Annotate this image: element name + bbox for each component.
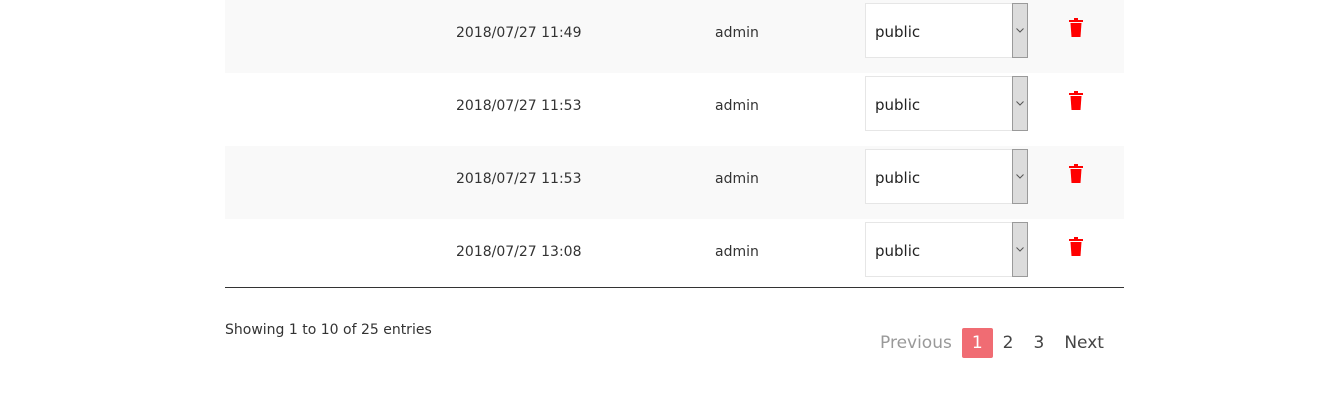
date-cell: 2018/07/27 11:53 (456, 98, 582, 114)
chevron-down-icon[interactable] (1012, 149, 1028, 204)
page-2-button[interactable]: 2 (993, 328, 1024, 358)
page-1-button[interactable]: 1 (961, 328, 993, 358)
user-cell: admin (715, 244, 759, 260)
user-cell: admin (715, 171, 759, 187)
entries-table-container: 2018/07/27 11:49 admin public 2018/07/27… (225, 0, 1124, 288)
table-row: 2018/07/27 13:08 admin public (225, 219, 1124, 287)
date-cell: 2018/07/27 11:49 (456, 25, 582, 41)
visibility-select[interactable]: public (865, 76, 1028, 131)
date-cell: 2018/07/27 11:53 (456, 171, 582, 187)
visibility-select-value: public (875, 23, 921, 41)
chevron-down-icon[interactable] (1012, 3, 1028, 58)
trash-icon[interactable] (1069, 91, 1083, 110)
table-row: 2018/07/27 11:49 admin public (225, 0, 1124, 73)
date-cell: 2018/07/27 13:08 (456, 244, 582, 260)
chevron-down-icon[interactable] (1012, 222, 1028, 277)
trash-icon[interactable] (1069, 18, 1083, 37)
page-3-button[interactable]: 3 (1024, 328, 1055, 358)
user-cell: admin (715, 25, 759, 41)
table-row: 2018/07/27 11:53 admin public (225, 146, 1124, 219)
previous-page-button[interactable]: Previous (870, 328, 962, 358)
visibility-select[interactable]: public (865, 3, 1028, 58)
trash-icon[interactable] (1069, 237, 1083, 256)
entries-table: 2018/07/27 11:49 admin public 2018/07/27… (225, 0, 1124, 288)
visibility-select-value: public (875, 242, 921, 260)
user-cell: admin (715, 98, 759, 114)
next-page-button[interactable]: Next (1054, 328, 1114, 358)
pagination: Previous 1 2 3 Next (870, 326, 1114, 360)
table-row: 2018/07/27 11:53 admin public (225, 73, 1124, 146)
visibility-select-value: public (875, 169, 921, 187)
chevron-down-icon[interactable] (1012, 76, 1028, 131)
trash-icon[interactable] (1069, 164, 1083, 183)
visibility-select[interactable]: public (865, 149, 1028, 204)
table-info-text: Showing 1 to 10 of 25 entries (225, 322, 432, 338)
visibility-select[interactable]: public (865, 222, 1028, 277)
visibility-select-value: public (875, 96, 921, 114)
